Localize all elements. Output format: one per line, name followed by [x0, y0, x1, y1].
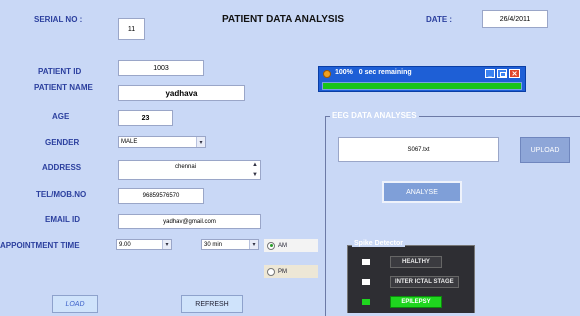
tel-label: TEL/MOB.NO: [36, 190, 87, 199]
serial-label: SERIAL NO :: [34, 15, 83, 24]
spike-item-label: HEALTHY: [390, 256, 442, 268]
pm-label: PM: [278, 268, 287, 275]
patient-id-field[interactable]: 1003: [118, 60, 204, 76]
spike-indicator-1: [362, 279, 370, 285]
time-minutes-select[interactable]: 30 min ▾: [201, 239, 259, 250]
gender-select-value: MALE: [121, 139, 138, 145]
time-minutes-value: 30 min: [204, 241, 223, 248]
globe-icon: [323, 70, 331, 78]
analyse-button[interactable]: ANALYSE: [382, 181, 462, 203]
upload-button[interactable]: UPLOAD: [520, 137, 570, 163]
am-label: AM: [278, 242, 287, 249]
time-hour-value: 9.00: [119, 241, 131, 248]
scroll-down-icon[interactable]: ▼: [252, 172, 260, 178]
address-value: chennai: [175, 164, 197, 170]
spike-item-label: INTER ICTAL STAGE: [390, 276, 459, 288]
serial-field[interactable]: 11: [118, 18, 145, 40]
age-label: AGE: [52, 112, 70, 121]
maximize-icon[interactable]: [497, 69, 507, 78]
pm-radio[interactable]: PM: [264, 265, 318, 278]
date-label: DATE :: [426, 15, 453, 24]
spike-indicator-2: [362, 299, 370, 305]
date-field[interactable]: 26/4/2011: [482, 10, 548, 28]
chevron-down-icon[interactable]: ▾: [249, 240, 258, 249]
tel-field[interactable]: 96859576570: [118, 188, 204, 204]
spike-item-label: EPILEPSY: [390, 296, 442, 308]
patient-name-label: PATIENT NAME: [34, 83, 93, 92]
progress-window: 100% 0 sec remaining _ ✕: [318, 66, 526, 92]
age-field[interactable]: 23: [118, 110, 173, 126]
chevron-down-icon[interactable]: ▾: [196, 137, 205, 147]
pm-radio-circle[interactable]: [267, 267, 275, 276]
load-button[interactable]: LOAD: [52, 295, 98, 313]
patient-id-label: PATIENT ID: [38, 67, 82, 76]
progress-text: 100% 0 sec remaining: [335, 69, 412, 76]
refresh-button[interactable]: REFRESH: [181, 295, 243, 313]
progress-bar-fill: [323, 83, 521, 89]
spike-indicator-0: [362, 259, 370, 265]
am-radio-circle[interactable]: [267, 241, 275, 250]
progress-bar-track: [322, 82, 522, 90]
email-label: EMAIL ID: [45, 215, 80, 224]
chevron-down-icon[interactable]: ▾: [162, 240, 171, 249]
email-field[interactable]: yadhav@gmail.com: [118, 214, 261, 229]
appointment-label: APPOINTMENT TIME: [0, 241, 80, 250]
address-label: ADDRESS: [42, 163, 82, 172]
eeg-file-field[interactable]: S067.txt: [338, 137, 499, 162]
am-radio[interactable]: AM: [264, 239, 318, 252]
address-scrollbar[interactable]: ▲ ▼: [252, 162, 260, 178]
close-icon[interactable]: ✕: [509, 69, 520, 78]
page-title: PATIENT DATA ANALYSIS: [222, 14, 345, 25]
gender-select[interactable]: MALE ▾: [118, 136, 206, 148]
gender-label: GENDER: [45, 138, 80, 147]
time-hour-select[interactable]: 9.00 ▾: [116, 239, 172, 250]
address-field[interactable]: chennai: [118, 160, 261, 180]
minimize-icon[interactable]: _: [485, 69, 495, 78]
spike-detector-title: Spike Detector: [352, 240, 406, 247]
eeg-group-title: EEG DATA ANALYSES: [330, 111, 419, 120]
scroll-up-icon[interactable]: ▲: [252, 162, 260, 168]
patient-name-field[interactable]: yadhava: [118, 85, 245, 101]
